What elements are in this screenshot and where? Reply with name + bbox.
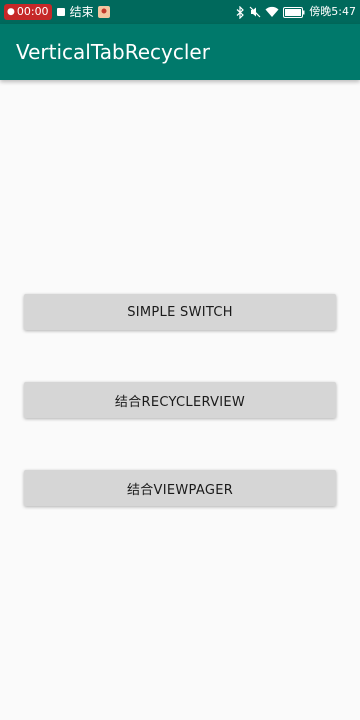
recyclerview-label: 结合RECYCLERVIEW [114, 394, 246, 410]
simple-switch-button[interactable]: SIMPLE SWITCH [24, 294, 336, 330]
mute-icon [249, 6, 261, 18]
bluetooth-icon [236, 5, 245, 19]
record-icon: ● [7, 7, 15, 17]
status-bar: ● 00:00 结束 傍晚5:47 [0, 0, 360, 24]
screen: ● 00:00 结束 傍晚5:47 VerticalTabRecycler SI… [0, 0, 360, 720]
app-icon [97, 6, 110, 18]
status-right: 傍晚5:47 [236, 0, 356, 24]
viewpager-label: 结合VIEWPAGER [126, 482, 234, 498]
app-bar: VerticalTabRecycler [0, 24, 360, 80]
record-stop-label[interactable]: 结束 [70, 0, 94, 24]
battery-icon [283, 6, 305, 18]
simple-switch-label: SIMPLE SWITCH [127, 304, 233, 320]
screen-record-indicator[interactable]: ● 00:00 [4, 4, 52, 20]
wifi-icon [265, 6, 279, 18]
stop-icon[interactable] [56, 7, 66, 17]
recyclerview-button[interactable]: 结合RECYCLERVIEW [24, 382, 336, 418]
record-time: 00:00 [16, 5, 49, 18]
app-title: VerticalTabRecycler [16, 40, 210, 64]
status-left: ● 00:00 结束 [4, 0, 110, 24]
viewpager-button[interactable]: 结合VIEWPAGER [24, 470, 336, 506]
clock-text: 傍晚5:47 [309, 5, 356, 18]
